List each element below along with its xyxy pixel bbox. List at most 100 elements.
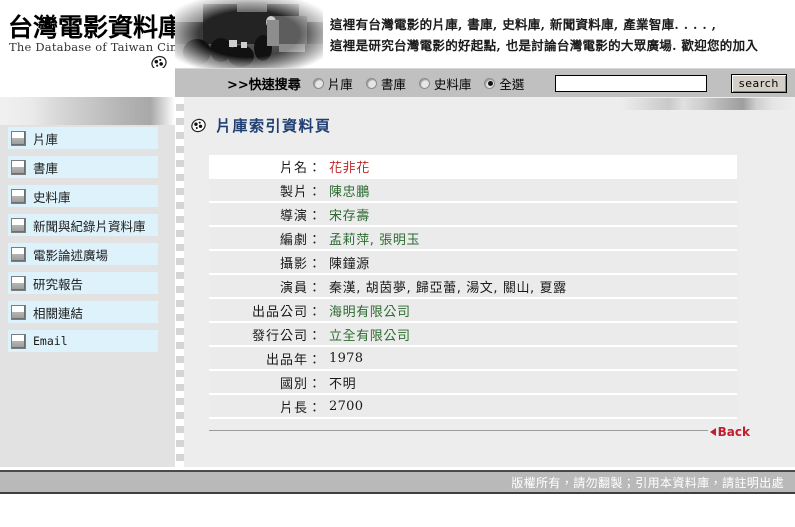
bullet-square-icon — [11, 334, 26, 349]
bullet-square-icon — [11, 189, 26, 204]
radio-icon[interactable] — [313, 78, 324, 89]
row-value[interactable]: 海明有限公司 — [329, 301, 411, 320]
decorative-gradient-strip — [620, 98, 795, 110]
copyright-notice: 版權所有，請勿翻製；引用本資料庫，請註明出處 — [511, 474, 784, 491]
search-scope-label-0: 片庫 — [328, 74, 353, 93]
search-scope-radio-group: 片庫 書庫 史料庫 全選 — [313, 74, 538, 93]
header-photo — [175, 0, 323, 68]
row-label: 國別： — [209, 373, 329, 392]
radio-icon-selected[interactable] — [484, 78, 495, 89]
sidebar-item-label: Email — [33, 334, 68, 348]
row-label: 發行公司： — [209, 325, 329, 344]
logo-title-chinese: 台灣電影資料庫 — [8, 8, 183, 44]
sidebar-item-label: 相關連結 — [33, 303, 83, 322]
bullet-square-icon — [11, 131, 26, 146]
sidebar-item-label: 電影論述廣場 — [33, 245, 108, 264]
search-button[interactable]: search — [731, 74, 787, 93]
film-record-table: 片名： 花非花 製片： 陳忠鵬 導演： 宋存壽 編劇： 孟莉萍, 張明玉 攝影：… — [209, 155, 737, 419]
search-scope-option-3[interactable]: 全選 — [484, 74, 524, 93]
sidebar-item-film-discourse-forum[interactable]: 電影論述廣場 — [8, 243, 158, 265]
film-reel-icon — [190, 117, 207, 134]
sidebar-item-film-library[interactable]: 片庫 — [8, 127, 158, 149]
site-header: 台灣電影資料庫 The Database of Taiwan Cinema — [0, 0, 795, 97]
sidebar-item-label: 史料庫 — [33, 187, 71, 206]
row-label: 導演： — [209, 205, 329, 224]
site-footer: 版權所有，請勿翻製；引用本資料庫，請註明出處 — [0, 470, 795, 494]
row-label: 片長： — [209, 397, 329, 416]
page-title-row: 片庫索引資料頁 — [190, 115, 332, 136]
back-link-label: Back — [718, 425, 750, 439]
row-label: 演員： — [209, 277, 329, 296]
sidebar: 片庫 書庫 史料庫 新聞與紀錄片資料庫 電影論述廣場 研究報告 — [0, 97, 175, 467]
row-label: 製片： — [209, 181, 329, 200]
search-strip-left-spacer — [0, 68, 175, 97]
row-value: 陳鐘源 — [329, 253, 370, 272]
sidebar-item-label: 新聞與紀錄片資料庫 — [33, 216, 146, 235]
sidebar-item-related-links[interactable]: 相關連結 — [8, 301, 158, 323]
row-value: 花非花 — [329, 157, 370, 176]
table-row-distribution-company: 發行公司： 立全有限公司 — [209, 323, 737, 347]
bullet-square-icon — [11, 218, 26, 233]
back-link-wrapper: Back — [710, 425, 750, 439]
table-row-release-year: 出品年： 1978 — [209, 347, 737, 371]
sidebar-menu: 片庫 書庫 史料庫 新聞與紀錄片資料庫 電影論述廣場 研究報告 — [8, 127, 158, 359]
site-logo[interactable]: 台灣電影資料庫 The Database of Taiwan Cinema — [0, 0, 175, 62]
table-row-director: 導演： 宋存壽 — [209, 203, 737, 227]
row-value: 不明 — [329, 373, 356, 392]
table-row-producer: 製片： 陳忠鵬 — [209, 179, 737, 203]
page-title: 片庫索引資料頁 — [216, 115, 332, 136]
row-value[interactable]: 孟莉萍, 張明玉 — [329, 229, 420, 248]
table-row-production-company: 出品公司： 海明有限公司 — [209, 299, 737, 323]
search-scope-label-1: 書庫 — [381, 74, 406, 93]
radio-icon[interactable] — [366, 78, 377, 89]
row-label: 出品公司： — [209, 301, 329, 320]
row-value: 秦漢, 胡茵夢, 歸亞蕾, 湯文, 關山, 夏露 — [329, 277, 567, 296]
row-value: 2700 — [329, 399, 363, 414]
sidebar-item-research-reports[interactable]: 研究報告 — [8, 272, 158, 294]
sidebar-item-book-library[interactable]: 書庫 — [8, 156, 158, 178]
search-scope-option-2[interactable]: 史料庫 — [419, 74, 472, 93]
sidebar-gradient-bar — [0, 97, 175, 125]
row-label: 編劇： — [209, 229, 329, 248]
sidebar-item-email[interactable]: Email — [8, 330, 158, 352]
bullet-square-icon — [11, 276, 26, 291]
radio-icon[interactable] — [419, 78, 430, 89]
sidebar-item-historical-archive[interactable]: 史料庫 — [8, 185, 158, 207]
search-scope-option-1[interactable]: 書庫 — [366, 74, 406, 93]
sidebar-item-label: 書庫 — [33, 158, 58, 177]
content-left-stitch-border — [176, 97, 184, 467]
row-value: 1978 — [329, 351, 363, 366]
table-row-country: 國別： 不明 — [209, 371, 737, 395]
back-link[interactable]: Back — [710, 425, 750, 439]
table-row-cast: 演員： 秦漢, 胡茵夢, 歸亞蕾, 湯文, 關山, 夏露 — [209, 275, 737, 299]
row-value[interactable]: 立全有限公司 — [329, 325, 411, 344]
search-input[interactable] — [555, 75, 707, 92]
row-label: 攝影： — [209, 253, 329, 272]
row-label: 出品年： — [209, 349, 329, 368]
search-scope-label-3: 全選 — [499, 74, 524, 93]
page-bottom-spacer — [0, 496, 795, 527]
tagline-line-1: 這裡有台灣電影的片庫, 書庫, 史料庫, 新聞資料庫, 產業智庫. . . . … — [330, 14, 790, 35]
row-value[interactable]: 陳忠鵬 — [329, 181, 370, 200]
search-scope-option-0[interactable]: 片庫 — [313, 74, 353, 93]
row-value[interactable]: 宋存壽 — [329, 205, 370, 224]
quick-search-label: >>快速搜尋 — [227, 74, 301, 93]
bullet-square-icon — [11, 247, 26, 262]
back-divider-rule — [209, 430, 708, 431]
logo-title-english: The Database of Taiwan Cinema — [9, 40, 203, 54]
table-row-film-title: 片名： 花非花 — [209, 155, 737, 179]
arrow-left-icon — [710, 428, 716, 436]
table-row-length: 片長： 2700 — [209, 395, 737, 419]
table-row-screenwriter: 編劇： 孟莉萍, 張明玉 — [209, 227, 737, 251]
row-label: 片名： — [209, 157, 329, 176]
table-row-cinematographer: 攝影： 陳鐘源 — [209, 251, 737, 275]
sidebar-item-news-documentary-archive[interactable]: 新聞與紀錄片資料庫 — [8, 214, 158, 236]
quick-search-bar: >>快速搜尋 片庫 書庫 史料庫 全選 — [175, 68, 795, 97]
page-root: 台灣電影資料庫 The Database of Taiwan Cinema — [0, 0, 795, 527]
sidebar-item-label: 片庫 — [33, 129, 58, 148]
main-content: 片庫索引資料頁 片名： 花非花 製片： 陳忠鵬 導演： 宋存壽 編劇： 孟莉萍,… — [175, 97, 795, 467]
sidebar-item-label: 研究報告 — [33, 274, 83, 293]
search-scope-label-2: 史料庫 — [434, 74, 472, 93]
header-tagline: 這裡有台灣電影的片庫, 書庫, 史料庫, 新聞資料庫, 產業智庫. . . . … — [330, 14, 790, 56]
bullet-square-icon — [11, 305, 26, 320]
